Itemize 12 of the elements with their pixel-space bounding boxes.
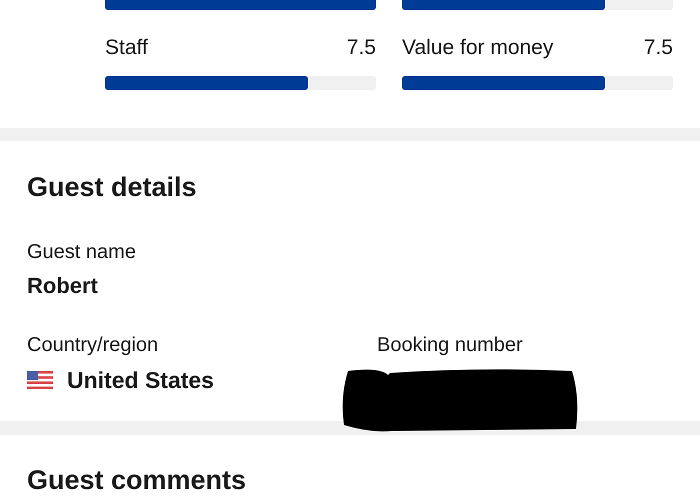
section-heading: Guest comments	[27, 464, 248, 497]
rating-label: Value for money	[402, 35, 554, 61]
field-label: Country/region	[27, 333, 158, 358]
section-heading: Guest details	[27, 171, 198, 204]
rating-score: 7.5	[346, 35, 376, 61]
guest-name: Robert	[27, 272, 99, 300]
country-value: United States	[67, 366, 214, 395]
flag-icon	[27, 371, 53, 389]
rating-label: Staff	[105, 35, 148, 61]
rating-score: 7.5	[644, 35, 673, 61]
field-label: Booking number	[377, 333, 523, 358]
field-label: Guest name	[27, 240, 137, 265]
